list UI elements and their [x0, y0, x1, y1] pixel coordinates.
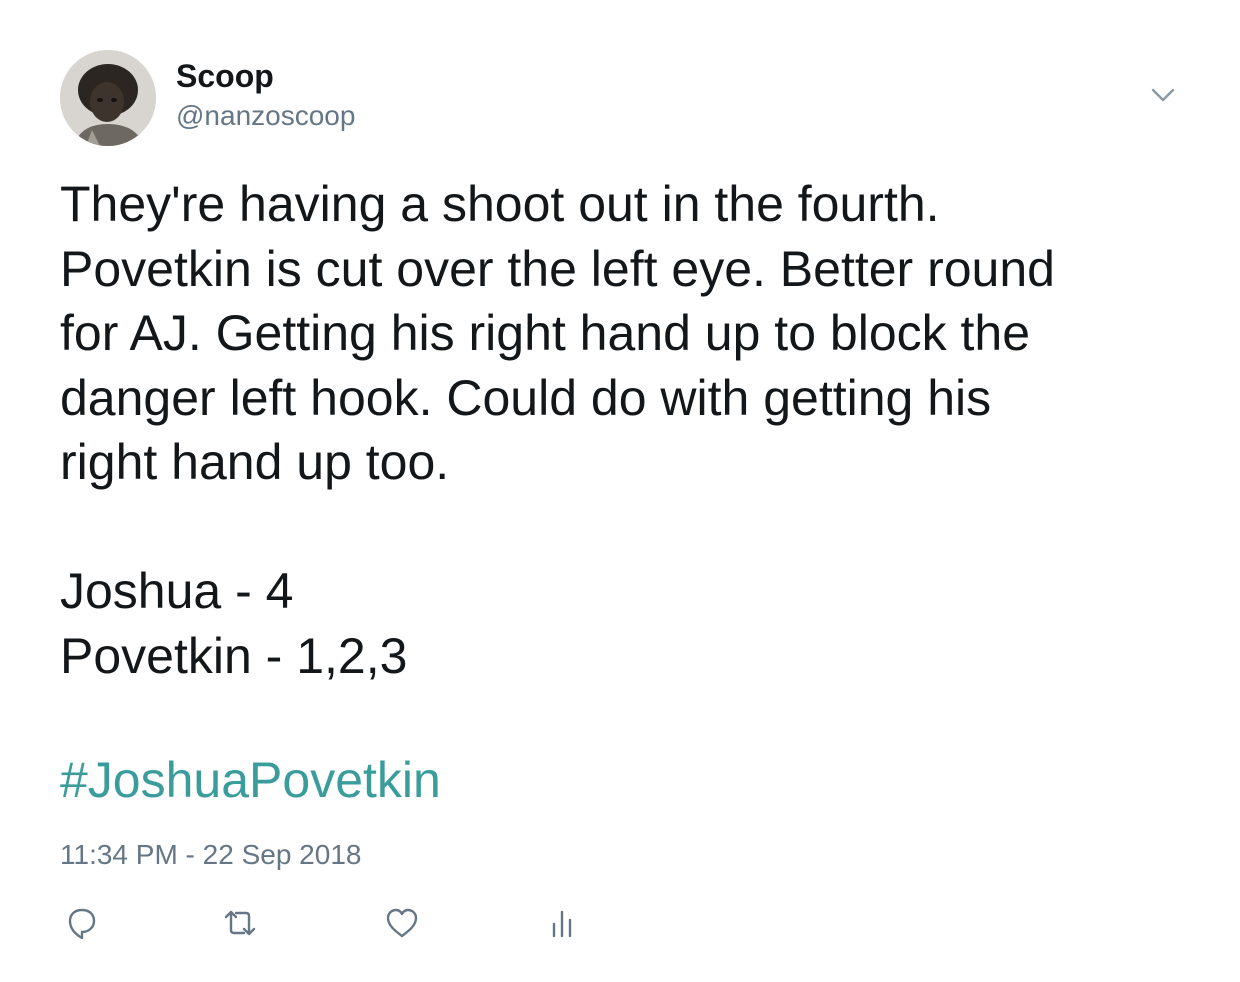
avatar-photo — [60, 50, 156, 146]
tweet-line: Joshua - 4 — [60, 563, 294, 619]
tweet-line — [60, 495, 1210, 560]
handle[interactable]: @nanzoscoop — [176, 98, 355, 134]
retweet-icon — [224, 910, 256, 936]
hashtag-link[interactable]: #JoshuaPovetkin — [60, 748, 441, 812]
chevron-down-icon[interactable] — [1148, 82, 1178, 108]
avatar[interactable] — [60, 50, 156, 146]
like-button[interactable] — [380, 902, 424, 946]
tweet-line: danger left hook. Could do with getting … — [60, 369, 992, 426]
analytics-button[interactable] — [540, 902, 584, 946]
analytics-icon — [552, 910, 572, 938]
tweet-line: Povetkin is cut over the left eye. Bette… — [60, 240, 1055, 297]
timestamp[interactable]: 11:34 PM - 22 Sep 2018 — [60, 838, 361, 872]
tweet-text: They're having a shoot out in the fourth… — [60, 172, 1210, 688]
tweet-line: Povetkin - 1,2,3 — [60, 627, 408, 684]
reply-icon — [68, 908, 96, 940]
retweet-button[interactable] — [218, 902, 262, 946]
tweet-line: right hand up too. — [60, 434, 450, 490]
tweet-line: for AJ. Getting his right hand up to blo… — [60, 305, 1031, 361]
display-name[interactable]: Scoop — [176, 56, 274, 96]
heart-icon — [386, 908, 418, 938]
tweet-line: They're having a shoot out in the fourth… — [60, 176, 940, 232]
reply-button[interactable] — [60, 902, 104, 946]
